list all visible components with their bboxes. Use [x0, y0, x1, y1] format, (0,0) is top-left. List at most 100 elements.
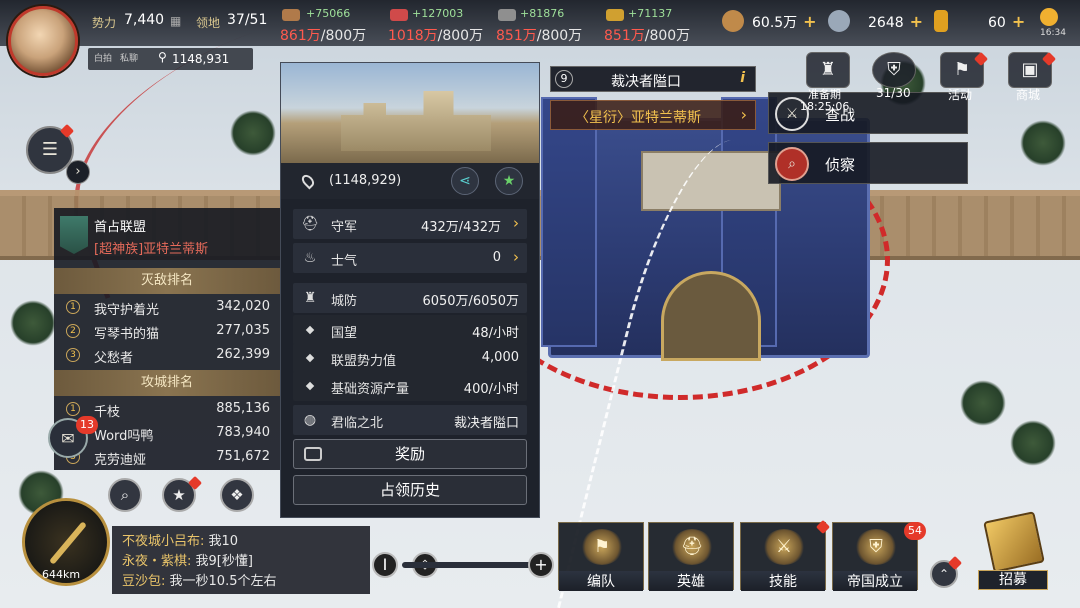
favorite-star-icon[interactable]: ★ [495, 167, 523, 195]
heroes-button[interactable]: ⛑ 英雄 [648, 522, 734, 591]
grain-icon [606, 9, 624, 21]
rank-row[interactable]: 1 我守护着光 342,020 [54, 296, 280, 320]
rank-row[interactable]: 3 克劳迪娅 751,672 [54, 446, 280, 470]
expand-chevron-icon[interactable]: › [66, 160, 90, 184]
rank-value: 751,672 [216, 449, 270, 464]
rank-value: 885,136 [216, 401, 270, 416]
zoom-in-button[interactable]: + [528, 552, 554, 578]
iron-amount[interactable]: 1018万/800万 [388, 25, 483, 45]
tree [1010, 420, 1056, 466]
silver-coin-value[interactable]: 2648 + [868, 12, 923, 31]
rank-name: 克劳迪娅 [94, 453, 147, 468]
city-info-panel: (1148,929) ⋖ ★ ⛑ 守军 432万/432万 › ♨ 士气 0 ›… [280, 62, 540, 518]
iron-icon [390, 9, 408, 21]
prestige-value: 48/小时 [472, 326, 519, 341]
rank-row[interactable]: 2 写琴书的猫 277,035 [54, 320, 280, 344]
fortress-title-bar[interactable]: 9 裁决者隘口 i [550, 66, 756, 92]
globe-icon: ◍ [303, 412, 317, 428]
share-icon[interactable]: ⋖ [451, 167, 479, 195]
battle-report-button[interactable]: ⚔ 查战 [768, 92, 968, 134]
fortress-owner-bar[interactable]: 〈星衍〉亚特兰蒂斯 › [550, 100, 756, 130]
formation-button[interactable]: ⚑ 编队 [558, 522, 644, 591]
grid-menu-icon[interactable]: ❖ [220, 478, 254, 512]
garrison-label: 守军 [331, 220, 358, 235]
garrison-value: 432万/432万 [420, 220, 501, 235]
grain-amount[interactable]: 851万/800万 [604, 25, 690, 45]
tree [230, 110, 276, 156]
search-icon[interactable]: ⌕ [108, 478, 142, 512]
copper-coin-value[interactable]: 60.5万 + [752, 12, 817, 32]
occupation-history-label: 占领历史 [379, 481, 440, 499]
first-occupy-alliance[interactable]: [超神族]亚特兰蒂斯 [94, 238, 208, 257]
morale-value: 0 [492, 250, 501, 265]
tag-1[interactable]: 白拍 [94, 51, 112, 64]
base-resource-value: 400/小时 [463, 382, 519, 397]
defense-value: 6050万/6050万 [422, 294, 519, 309]
rank-row[interactable]: 3 父愁者 262,399 [54, 344, 280, 368]
siege-rank-title: 攻城排名 [54, 370, 280, 396]
player-coords[interactable]: 1148,931 [172, 52, 229, 66]
location-pin-icon [299, 172, 317, 190]
alliance-power-value: 4,000 [481, 350, 519, 365]
rank-icon: ▦ [170, 14, 182, 28]
power-label: 势力 [92, 16, 117, 30]
occupation-history-button[interactable]: 占领历史 [293, 475, 527, 505]
rank-name: Word吗鸭 [94, 429, 154, 444]
city-coords[interactable]: (1148,929) [329, 173, 401, 188]
alliance-power-label: 联盟势力值 [331, 354, 397, 369]
compass-needle [48, 521, 88, 565]
chest-icon [304, 447, 322, 461]
zoom-out-button[interactable]: I [372, 552, 398, 578]
rank-value: 342,020 [216, 299, 270, 314]
castle-icon[interactable]: ♜ [806, 52, 850, 88]
gold-ingot-icon [934, 10, 948, 32]
flame-icon: ♨ [303, 250, 317, 266]
player-avatar[interactable] [8, 6, 78, 76]
events-label: 活动 [948, 88, 973, 102]
skills-button[interactable]: ⚔ 技能 [740, 522, 826, 591]
chat-box[interactable]: 不夜城小吕布: 我10 永夜・紫棋: 我9[秒懂] 豆沙包: 我一秒10.5个左… [112, 526, 370, 594]
flag-icon: ⚑ [581, 529, 623, 565]
recruit-button[interactable]: 招募 [978, 511, 1048, 592]
tree [1020, 120, 1066, 166]
wood-amount[interactable]: 861万/800万 [280, 25, 366, 45]
distance-label: 644km [42, 568, 81, 581]
location-pin-icon: ⚲ [158, 50, 167, 64]
empire-emblem-icon: ⛨ [855, 529, 897, 565]
garrison-row[interactable]: ⛑ 守军 432万/432万 › [293, 209, 527, 239]
stone-icon [498, 9, 516, 21]
fortress-owner: 〈星衍〉亚特兰蒂斯 [575, 110, 701, 126]
grain-gain: +71137 [628, 7, 673, 20]
empire-badge: 54 [904, 522, 926, 540]
gold-ingot-value[interactable]: 60 + [988, 12, 1025, 31]
defense-label: 城防 [331, 294, 358, 309]
shop-label: 商城 [1016, 88, 1041, 102]
tree [10, 300, 56, 346]
fortress-tower [541, 97, 597, 347]
scout-button[interactable]: ⌕ 侦察 [768, 142, 968, 184]
ranking-header: 首占联盟 [超神族]亚特兰蒂斯 [54, 208, 280, 266]
morale-row[interactable]: ♨ 士气 0 › [293, 243, 527, 273]
stone-amount[interactable]: 851万/800万 [496, 25, 582, 45]
army-icon[interactable]: ⛨ [872, 52, 916, 88]
scout-icon: ⌕ [775, 147, 809, 181]
alliance-flag-icon [60, 216, 88, 254]
tag-2[interactable]: 私聊 [120, 51, 138, 64]
chat-line: 永夜・紫棋: 我9[秒懂] [122, 554, 253, 569]
morale-label: 士气 [331, 254, 358, 269]
fortification-icon: ♜ [303, 290, 317, 306]
reward-button[interactable]: 奖励 [293, 439, 527, 469]
copper-coin-icon [722, 10, 744, 32]
rank-value: 277,035 [216, 323, 270, 338]
skills-label: 技能 [741, 571, 825, 591]
rank-name: 父愁者 [94, 351, 134, 366]
info-icon[interactable]: i [740, 70, 745, 86]
kill-rank-title: 灭敌排名 [54, 268, 280, 294]
fortress-name: 裁决者隘口 [611, 74, 681, 90]
wood-icon [282, 9, 300, 21]
chat-line: 不夜城小吕布: 我10 [122, 534, 239, 549]
top-resource-bar: 势力 7,440 ▦ 领地 37/51 +75066 861万/800万 +12… [0, 0, 1080, 46]
rank-value: 262,399 [216, 347, 270, 362]
empire-founding-label: 帝国成立 [833, 571, 917, 591]
zoom-track[interactable] [402, 562, 532, 568]
